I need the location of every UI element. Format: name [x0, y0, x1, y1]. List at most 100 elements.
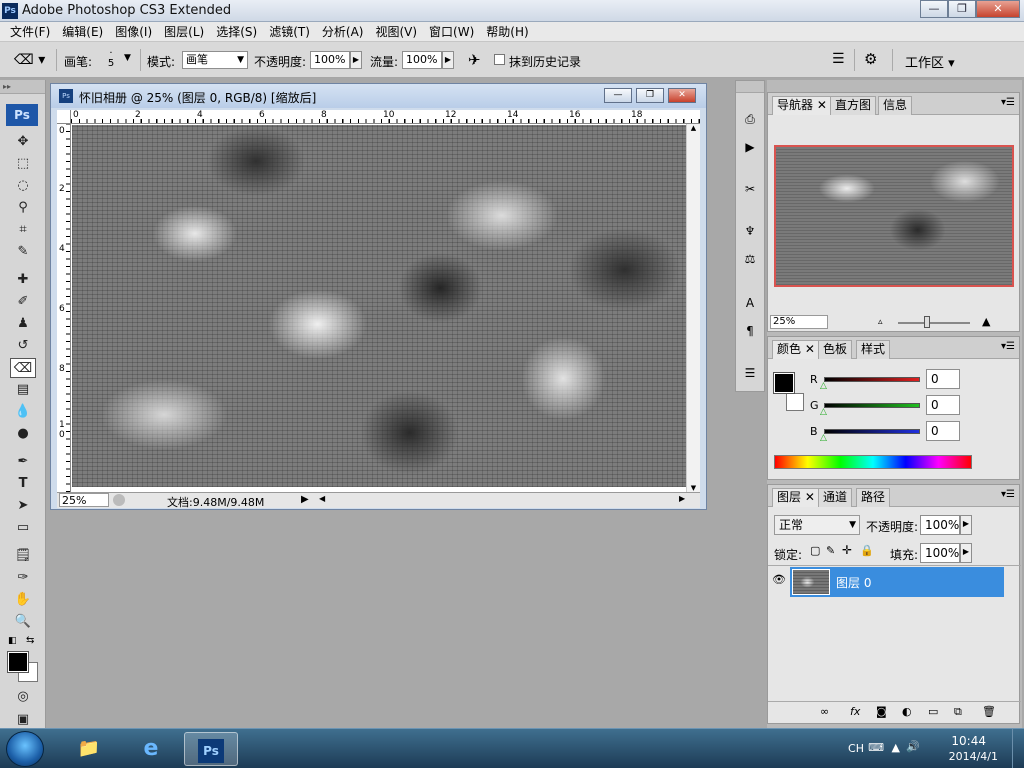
zoom-slider[interactable]	[898, 322, 970, 324]
menu-layer[interactable]: 图层(L)	[158, 23, 210, 40]
lasso-tool-icon[interactable]: ◌	[12, 176, 34, 196]
default-colors-icon[interactable]: ◧	[8, 636, 17, 646]
brush-preview[interactable]: · 5	[104, 49, 118, 69]
channel-g-slider[interactable]	[824, 403, 920, 408]
menu-select[interactable]: 选择(S)	[210, 23, 263, 40]
keyboard-icon[interactable]: ⌨	[868, 741, 884, 754]
brush-dropdown-icon[interactable]: ▼	[124, 53, 131, 63]
opacity-arrow-icon[interactable]: ▶	[350, 51, 362, 69]
quick-mask-icon[interactable]: ◎	[12, 687, 34, 707]
zoom-tool-icon[interactable]: 🔍	[12, 612, 34, 632]
fill-arrow-icon[interactable]: ▶	[960, 543, 972, 563]
brush-tool-icon[interactable]: ✐	[12, 292, 34, 312]
scroll-left-icon[interactable]: ◀	[319, 494, 325, 503]
slider-thumb-icon[interactable]: △	[820, 381, 827, 391]
history-panel-icon[interactable]: ⎙	[740, 109, 760, 127]
notes-tool-icon[interactable]: 🗒	[12, 546, 34, 566]
eyedropper-tool-icon[interactable]: ✑	[12, 568, 34, 588]
tool-presets-icon[interactable]: ✂	[740, 179, 760, 197]
layer-comps-icon[interactable]: ☰	[740, 363, 760, 381]
clock-time[interactable]: 10:44	[951, 734, 986, 748]
scroll-down-icon[interactable]: ▼	[687, 484, 700, 492]
zoom-slider-thumb[interactable]	[924, 316, 930, 328]
airbrush-icon[interactable]: ✈	[468, 51, 481, 69]
lock-position-icon[interactable]: ✛	[842, 543, 852, 557]
menu-file[interactable]: 文件(F)	[4, 23, 56, 40]
history-brush-tool-icon[interactable]: ↺	[12, 336, 34, 356]
healing-brush-tool-icon[interactable]: ✚	[12, 270, 34, 290]
fx-icon[interactable]: fx	[850, 705, 860, 718]
adjustment-layer-icon[interactable]: ◐	[902, 705, 912, 718]
layer-row[interactable]: 图层 0	[790, 567, 1004, 597]
show-desktop-button[interactable]	[1012, 729, 1024, 768]
eraser-tool-preset-icon[interactable]: ⌫ ▾	[14, 52, 45, 68]
panel-menu-icon[interactable]: ▾☰	[1001, 97, 1015, 108]
shape-tool-icon[interactable]: ▭	[12, 518, 34, 538]
tab-histogram[interactable]: 直方图	[830, 96, 877, 115]
doc-close-button[interactable]: ✕	[668, 88, 696, 103]
zoom-input[interactable]: 25%	[59, 493, 109, 507]
layer-opacity-input[interactable]: 100%	[920, 515, 960, 535]
status-menu-arrow-icon[interactable]: ▶	[301, 494, 309, 505]
opacity-input[interactable]: 100%	[310, 51, 350, 69]
volume-icon[interactable]: 🔊	[906, 740, 920, 753]
tab-channels[interactable]: 通道	[818, 488, 853, 507]
start-button[interactable]	[6, 731, 44, 767]
menu-edit[interactable]: 编辑(E)	[56, 23, 109, 40]
clone-stamp-tool-icon[interactable]: ♟	[12, 314, 34, 334]
zoom-out-icon[interactable]: ▵	[878, 317, 883, 327]
hand-tool-icon[interactable]: ✋	[12, 590, 34, 610]
scroll-up-icon[interactable]: ▲	[687, 124, 700, 132]
slider-thumb-icon[interactable]: △	[820, 433, 827, 443]
move-tool-icon[interactable]: ✥	[12, 132, 34, 152]
palette-well-icon[interactable]: ☰	[832, 51, 845, 67]
color-fg-swatch[interactable]	[773, 372, 795, 394]
canvas-image[interactable]	[72, 125, 686, 487]
history-checkbox[interactable]	[494, 54, 505, 65]
channel-g-value[interactable]: 0	[926, 395, 960, 415]
slider-thumb-icon[interactable]: △	[820, 407, 827, 417]
internet-explorer-icon[interactable]: e	[124, 732, 178, 766]
clone-source-icon[interactable]: ⚖	[740, 249, 760, 267]
layer-mask-icon[interactable]: ◙	[876, 705, 887, 718]
menu-view[interactable]: 视图(V)	[369, 23, 423, 40]
lock-all-icon[interactable]: 🔒	[860, 544, 874, 557]
paragraph-panel-icon[interactable]: ¶	[740, 321, 760, 339]
layer-visibility-eye-icon[interactable]: 👁	[772, 573, 786, 586]
lock-transparent-icon[interactable]: ▢	[810, 544, 820, 557]
screen-mode-icon[interactable]: ▣	[12, 710, 34, 730]
tab-info[interactable]: 信息	[878, 96, 913, 115]
actions-panel-icon[interactable]: ▶	[740, 137, 760, 155]
navigator-thumbnail[interactable]	[774, 145, 1014, 287]
layer-opacity-arrow-icon[interactable]: ▶	[960, 515, 972, 535]
close-button[interactable]: ✕	[976, 0, 1020, 18]
status-icon[interactable]	[113, 494, 125, 506]
dodge-tool-icon[interactable]: ●	[12, 424, 34, 444]
tab-swatches[interactable]: 色板	[818, 340, 853, 359]
ruler-origin[interactable]	[57, 110, 71, 124]
workspace-button[interactable]: 工作区 ▾	[905, 52, 955, 71]
tab-layers[interactable]: 图层 ✕	[772, 488, 820, 507]
menu-help[interactable]: 帮助(H)	[480, 23, 534, 40]
toolbox-grip[interactable]: ▸▸	[0, 80, 45, 94]
path-selection-tool-icon[interactable]: ➤	[12, 496, 34, 516]
foreground-color-swatch[interactable]	[7, 651, 29, 673]
mode-select[interactable]: 画笔 ▼	[182, 51, 248, 69]
link-layers-icon[interactable]: ∞	[820, 705, 829, 718]
icon-strip-grip[interactable]	[736, 81, 764, 93]
language-indicator[interactable]: CH	[848, 742, 864, 755]
channel-r-slider[interactable]	[824, 377, 920, 382]
eraser-tool-icon[interactable]: ⌫	[10, 358, 36, 378]
minimize-button[interactable]: —	[920, 0, 948, 18]
crop-tool-icon[interactable]: ⌗	[12, 220, 34, 240]
vertical-scrollbar[interactable]: ▲ ▼	[686, 124, 700, 492]
color-spectrum-bar[interactable]	[774, 455, 972, 469]
color-bg-swatch[interactable]	[786, 393, 804, 411]
vertical-ruler[interactable]: 0 2 4 6 8 1 0	[57, 124, 71, 492]
document-title-bar[interactable]: Ps 怀旧相册 @ 25% (图层 0, RGB/8) [缩放后] — ❐ ✕	[51, 84, 706, 108]
new-group-icon[interactable]: ▭	[928, 705, 938, 718]
lock-image-icon[interactable]: ✎	[826, 544, 835, 557]
explorer-icon[interactable]: 📁	[62, 732, 116, 766]
restore-button[interactable]: ❐	[948, 0, 976, 18]
new-layer-icon[interactable]: ⧉	[954, 705, 962, 719]
